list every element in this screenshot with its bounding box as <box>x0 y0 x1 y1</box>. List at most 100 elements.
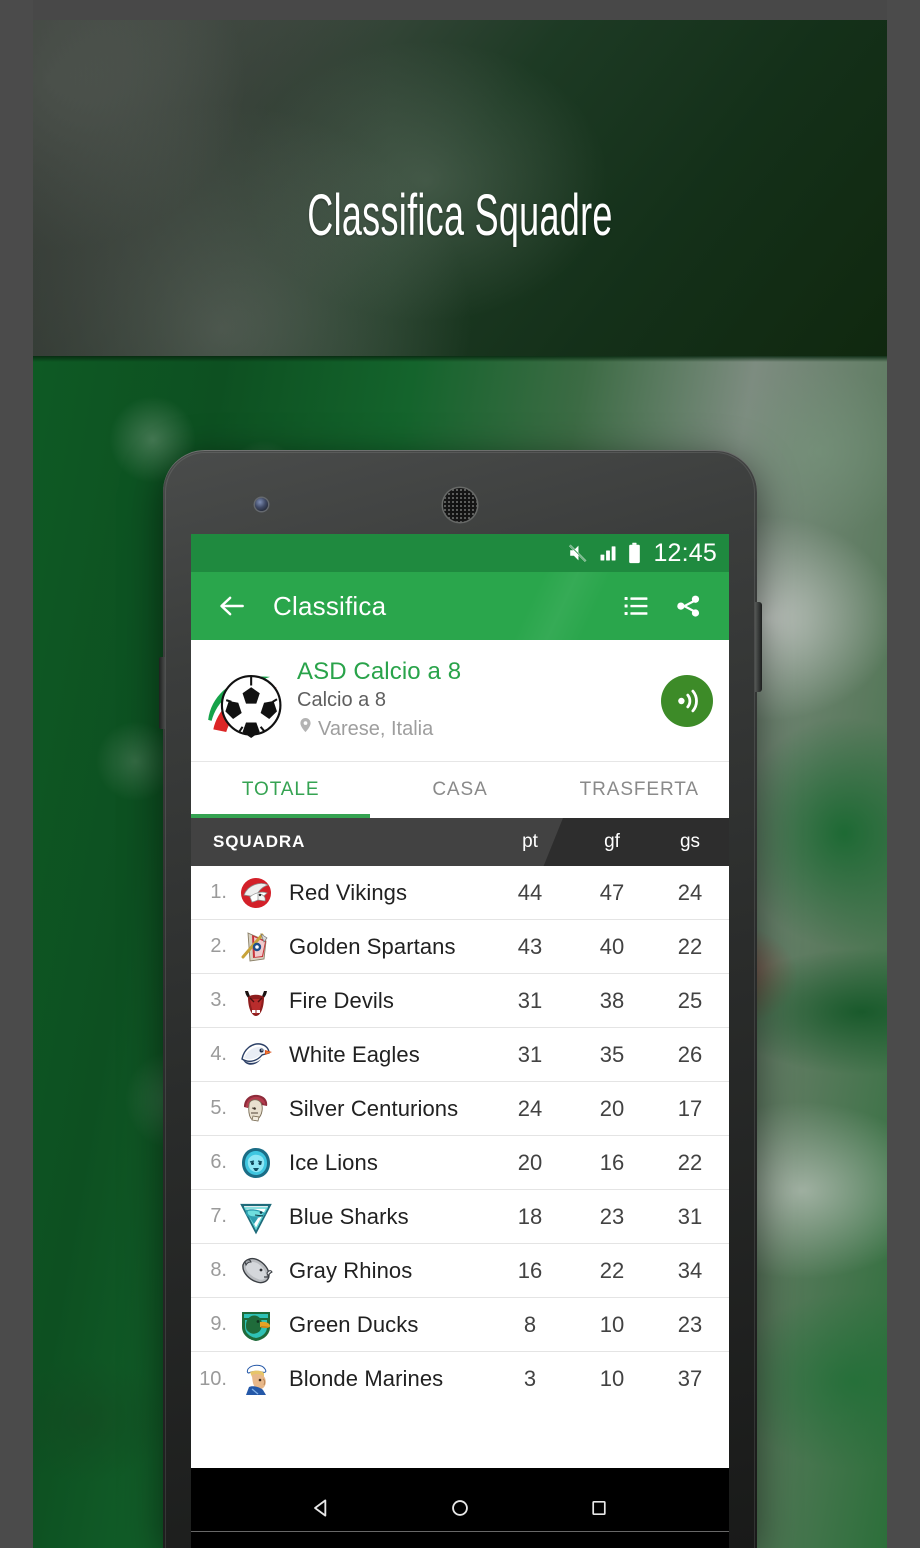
table-row[interactable]: 3. Fire Devils 31 38 25 <box>191 974 729 1028</box>
team-info: ASD Calcio a 8 Calcio a 8 Varese, Italia <box>289 657 661 744</box>
gray-rhinos-crest <box>233 1249 279 1293</box>
team-location-label: Varese, Italia <box>318 718 434 741</box>
left-gutter <box>0 0 33 1548</box>
rank-number: 5. <box>210 1097 227 1119</box>
team-header-card[interactable]: ASD Calcio a 8 Calcio a 8 Varese, Italia <box>191 640 729 762</box>
broadcast-sound-icon[interactable] <box>661 674 713 727</box>
goals-for-cell: 16 <box>599 1149 625 1175</box>
share-icon[interactable] <box>665 583 711 629</box>
app-bar-title: Classifica <box>273 590 387 621</box>
table-row[interactable]: 9. Green Ducks 8 10 23 <box>191 1298 729 1352</box>
signal-bars-icon <box>598 543 618 563</box>
standings-table-body: 1. Red Vikings 44 47 24 2. Golden Sparta… <box>191 866 729 1406</box>
points-cell: 44 <box>517 879 543 905</box>
fire-devils-crest <box>233 979 279 1023</box>
team-name-cell: White Eagles <box>289 1041 420 1067</box>
map-pin-icon <box>297 715 314 744</box>
team-name-cell: Green Ducks <box>289 1311 419 1337</box>
app-bar: Classifica <box>191 572 729 640</box>
goals-for-cell: 22 <box>599 1257 625 1283</box>
column-header-team[interactable]: SQUADRA <box>191 832 487 852</box>
table-row[interactable]: 10. Blonde Marines 3 10 37 <box>191 1352 729 1406</box>
team-name-cell: Blue Sharks <box>289 1203 409 1229</box>
table-row[interactable]: 7. Blue Sharks 18 23 31 <box>191 1190 729 1244</box>
promo-banner: Classifica Squadre <box>33 20 887 356</box>
column-header-gf[interactable]: gf <box>573 831 651 853</box>
points-cell: 20 <box>517 1149 543 1175</box>
team-name-cell: Gray Rhinos <box>289 1257 413 1283</box>
goals-for-cell: 40 <box>599 933 625 959</box>
goals-against-cell: 25 <box>677 987 703 1013</box>
goals-against-cell: 17 <box>677 1095 703 1121</box>
team-name: ASD Calcio a 8 <box>297 657 462 685</box>
rank-number: 10. <box>199 1367 227 1390</box>
status-bar: 12:45 <box>191 534 729 572</box>
points-cell: 16 <box>517 1257 543 1283</box>
goals-against-cell: 34 <box>677 1257 703 1283</box>
android-back-icon[interactable] <box>299 1486 343 1530</box>
team-name-cell: Fire Devils <box>289 987 394 1013</box>
team-name-cell: Blonde Marines <box>289 1366 444 1391</box>
blonde-marines-crest <box>233 1357 279 1401</box>
tab-trasferta[interactable]: TRASFERTA <box>550 762 729 818</box>
front-camera-icon <box>255 498 268 511</box>
points-cell: 8 <box>523 1311 537 1337</box>
earpiece-speaker-icon <box>443 488 477 522</box>
goals-for-cell: 10 <box>599 1366 625 1391</box>
tab-totale[interactable]: TOTALE <box>191 762 370 818</box>
standings-tabs: TOTALE CASA TRASFERTA <box>191 762 729 818</box>
phone-screen: 12:45 Classifica ASD Calcio a 8 Calcio a… <box>191 534 729 1468</box>
goals-for-cell: 20 <box>599 1095 625 1121</box>
ice-lions-crest <box>233 1141 279 1185</box>
team-location: Varese, Italia <box>297 715 661 744</box>
android-recents-icon[interactable] <box>577 1486 621 1530</box>
column-header-gs[interactable]: gs <box>651 831 729 853</box>
team-category: Calcio a 8 <box>297 689 386 712</box>
points-cell: 3 <box>523 1366 537 1391</box>
goals-against-cell: 22 <box>677 1149 703 1175</box>
goals-for-cell: 47 <box>599 879 625 905</box>
goals-against-cell: 37 <box>677 1366 703 1391</box>
white-eagles-crest <box>233 1033 279 1077</box>
phone-left-button[interactable] <box>159 657 165 729</box>
rank-number: 2. <box>210 935 227 957</box>
standings-table-header: SQUADRA pt gf gs <box>191 818 729 866</box>
rank-number: 4. <box>210 1043 227 1065</box>
rank-number: 6. <box>210 1151 227 1173</box>
silver-centurions-crest <box>233 1087 279 1131</box>
screenshot-page: Classifica Squadre 12:45 Classifica ASD … <box>0 0 920 1548</box>
green-ducks-crest <box>233 1303 279 1347</box>
blue-sharks-crest <box>233 1195 279 1239</box>
table-row[interactable]: 1. Red Vikings 44 47 24 <box>191 866 729 920</box>
list-view-icon[interactable] <box>613 583 659 629</box>
red-vikings-crest <box>233 871 279 915</box>
android-home-icon[interactable] <box>438 1486 482 1530</box>
team-name-cell: Silver Centurions <box>289 1095 459 1121</box>
goals-against-cell: 24 <box>677 879 703 905</box>
android-nav-bar <box>191 1468 729 1548</box>
rank-number: 9. <box>210 1313 227 1335</box>
rank-number: 3. <box>210 989 227 1011</box>
right-gutter <box>887 0 920 1548</box>
table-row[interactable]: 5. Silver Centurions 24 20 17 <box>191 1082 729 1136</box>
points-cell: 43 <box>517 933 543 959</box>
goals-against-cell: 31 <box>677 1203 703 1229</box>
tab-casa[interactable]: CASA <box>370 762 549 818</box>
column-header-pt[interactable]: pt <box>487 831 573 853</box>
phone-right-button[interactable] <box>755 602 762 692</box>
muted-speaker-icon <box>567 542 589 564</box>
goals-for-cell: 23 <box>599 1203 625 1229</box>
table-row[interactable]: 6. Ice Lions 20 16 22 <box>191 1136 729 1190</box>
team-name-cell: Red Vikings <box>289 879 408 905</box>
phone-mockup: 12:45 Classifica ASD Calcio a 8 Calcio a… <box>159 450 762 1548</box>
rank-number: 8. <box>210 1259 227 1281</box>
battery-full-icon <box>627 542 642 564</box>
goals-for-cell: 38 <box>599 987 625 1013</box>
team-name-cell: Ice Lions <box>289 1149 378 1175</box>
table-row[interactable]: 4. White Eagles 31 35 26 <box>191 1028 729 1082</box>
back-arrow-icon[interactable] <box>209 583 255 629</box>
table-row[interactable]: 2. Golden Spartans 43 40 22 <box>191 920 729 974</box>
soccer-ball-italy-logo <box>203 658 289 744</box>
table-row[interactable]: 8. Gray Rhinos 16 22 34 <box>191 1244 729 1298</box>
rank-number: 1. <box>210 881 227 903</box>
